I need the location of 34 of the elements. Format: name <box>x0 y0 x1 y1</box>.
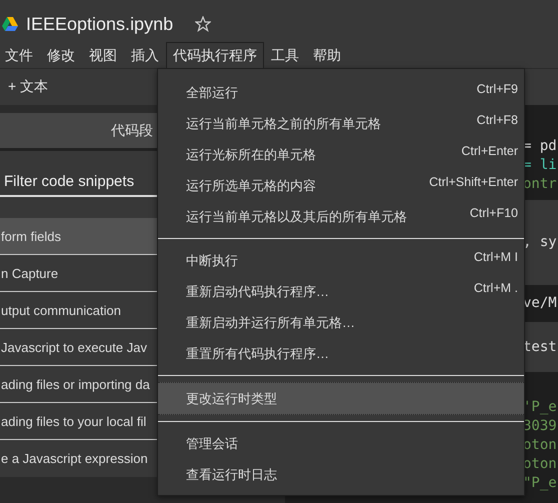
menu-option[interactable]: 更改运行时类型 <box>158 382 524 415</box>
shortcut-label: Ctrl+F8 <box>476 112 518 126</box>
drive-icon <box>2 17 18 31</box>
star-icon[interactable] <box>195 16 212 32</box>
menu-item[interactable]: 修改 <box>40 42 82 68</box>
shortcut-label: Ctrl+M . <box>474 280 518 294</box>
shortcut-label: Ctrl+F10 <box>470 206 518 220</box>
add-text-button[interactable]: + 文本 <box>6 76 50 98</box>
code-line: 3039 <box>523 417 558 436</box>
notebook-title: IEEEoptions.ipynb <box>26 14 174 34</box>
menu-item[interactable]: 插入 <box>124 42 166 68</box>
code-line: ve/M <box>523 294 558 313</box>
code-line: 'P_e <box>523 398 558 417</box>
shortcut-label: Ctrl+Shift+Enter <box>429 174 518 188</box>
menu-item[interactable]: 帮助 <box>306 42 348 68</box>
menu-item[interactable]: 视图 <box>82 42 124 68</box>
code-line: test <box>523 338 558 356</box>
code-line: "P_e <box>523 474 558 493</box>
menu-option[interactable]: 全部运行 Ctrl+F9 <box>158 77 524 108</box>
filter-field[interactable]: Filter code snippets <box>0 167 157 197</box>
shortcut-label: Ctrl+F9 <box>476 82 518 96</box>
menu-item[interactable]: 代码执行程序 <box>166 42 264 68</box>
shortcut-label: Ctrl+Enter <box>461 144 518 158</box>
menu-item[interactable]: 文件 <box>0 42 40 68</box>
code-line: oton <box>523 436 558 455</box>
option-label: 运行所选单元格的内容 <box>186 176 316 194</box>
option-label: 全部运行 <box>186 84 238 102</box>
menu-option[interactable]: 运行所选单元格的内容 Ctrl+Shift+Enter <box>158 170 524 201</box>
code-line: oton <box>523 455 558 474</box>
menu-option[interactable]: 查看运行时日志 <box>158 459 524 490</box>
option-label: 查看运行时日志 <box>186 466 277 484</box>
code-line: , sy <box>523 233 558 252</box>
shortcut-label: Ctrl+M I <box>474 250 518 264</box>
menu-item[interactable]: 工具 <box>264 42 306 68</box>
